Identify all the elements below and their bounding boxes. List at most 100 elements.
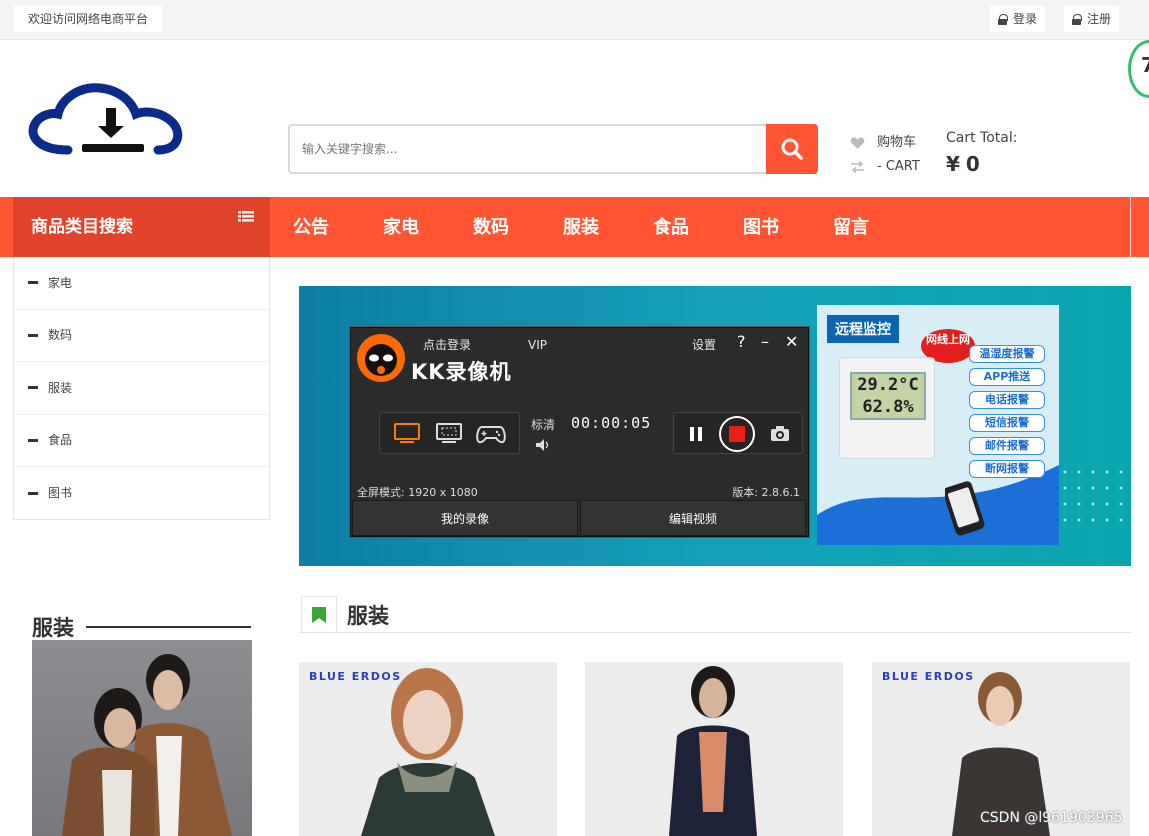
region-mode-icon[interactable] [436,423,462,445]
ad-title: 远程监控 [827,315,899,343]
nav-item-digital[interactable]: 数码 [458,197,524,257]
kk-logo-icon [357,334,405,382]
nav-item-clothing[interactable]: 服装 [548,197,614,257]
cart-en-label: - CART [877,159,920,174]
ad-tag: 电话报警 [969,391,1045,409]
side-badge-number: 7 [1141,53,1149,77]
device-humidity: 62.8% [862,397,914,417]
close-icon[interactable]: ✕ [785,332,798,351]
my-recordings-button[interactable]: 我的录像 [352,500,578,536]
cloud-download-icon [28,83,183,155]
dash-icon [28,438,38,442]
screen-mode-info: 全屏模式: 1920 x 1080 [357,486,478,499]
section-underline [86,626,251,628]
login-label: 登录 [1013,12,1038,26]
record-mode-group [379,412,520,454]
category-search-title: 商品类目搜索 [31,217,133,237]
nav-item-announcement[interactable]: 公告 [278,197,344,257]
nav-item-books[interactable]: 图书 [728,197,794,257]
category-item-label: 图书 [48,486,73,501]
welcome-text: 欢迎访问网络电商平台 [14,6,163,32]
csdn-watermark: CSDN @l961903965 [980,810,1123,826]
camera-icon[interactable] [770,425,790,443]
minimize-icon[interactable]: – [761,332,769,351]
device-temp: 29.2°C [857,375,919,395]
dash-icon [28,491,38,495]
category-item-label: 数码 [48,328,73,343]
category-item-clothing[interactable]: 服装 [14,362,269,415]
help-icon[interactable]: ? [737,332,746,351]
category-item-appliances[interactable]: 家电 [14,257,269,310]
product-image [361,668,495,836]
section-divider [299,632,1131,633]
cart-link[interactable]: 购物车 [850,132,920,154]
thermometer-device: 29.2°C 62.8% [839,357,935,459]
dash-icon [28,281,38,285]
recorder-settings[interactable]: 设置 [692,336,716,353]
volume-icon[interactable] [535,438,551,452]
left-section-title: 服装 [32,616,74,640]
search-icon [781,138,803,160]
game-mode-icon[interactable] [476,423,506,445]
cart-total-value: 0 [965,152,986,176]
bookmark-icon [312,606,326,623]
cart-en-link[interactable]: - CART [850,156,920,178]
product-card[interactable]: BLUE ERDOS [299,662,557,836]
recorder-title: KK录像机 [411,360,512,384]
heart-icon [850,136,865,149]
cart-links: 购物车 - CART [850,132,920,180]
dot-pattern [1063,470,1123,522]
dash-icon [28,333,38,337]
record-controls [673,412,803,454]
nav-items: 公告 家电 数码 服装 食品 图书 留言 [278,197,908,257]
cart-total-label: Cart Total: [946,130,1018,146]
site-logo[interactable] [28,80,188,158]
remote-monitor-ad: 远程监控 网线上网 29.2°C 62.8% 温湿度报警 APP推送 电话报警 … [817,305,1059,545]
category-item-food[interactable]: 食品 [14,415,269,467]
recorder-vip[interactable]: VIP [528,338,547,352]
register-label: 注册 [1087,12,1112,26]
category-search-header[interactable]: 商品类目搜索 [13,197,270,257]
edit-video-button[interactable]: 编辑视频 [580,500,806,536]
product-brand: BLUE ERDOS [882,670,975,683]
recorder-login-link[interactable]: 点击登录 [423,336,471,353]
cart-currency: ¥ [946,152,966,176]
ad-tag: 断网报警 [969,460,1045,478]
register-link[interactable]: 注册 [1064,6,1120,32]
kk-recorder-window: 点击登录 VIP 设置 ? – ✕ KK录像机 标清 00:00:05 全屏模式… [350,327,809,537]
ad-tags: 温湿度报警 APP推送 电话报警 短信报警 邮件报警 断网报警 [969,345,1045,483]
product-image [669,666,757,836]
quality-label[interactable]: 标清 [531,416,555,433]
search-input[interactable] [290,126,768,172]
nav-item-food[interactable]: 食品 [638,197,704,257]
pause-icon[interactable] [688,425,704,443]
top-bar: 欢迎访问网络电商平台 登录 注册 [0,0,1149,40]
nav-item-messages[interactable]: 留言 [818,197,884,257]
nav-item-appliances[interactable]: 家电 [368,197,434,257]
login-link[interactable]: 登录 [990,6,1046,32]
product-card[interactable] [585,662,843,836]
nav-divider [1130,197,1131,257]
ad-tag: 短信报警 [969,414,1045,432]
cart-total: Cart Total: ¥0 [946,130,1017,176]
stop-record-icon[interactable] [718,415,756,453]
version-info: 版本: 2.8.6.1 [732,486,800,499]
section-icon-box [301,596,337,632]
category-item-label: 家电 [48,275,73,290]
dash-icon [28,386,38,390]
category-item-digital[interactable]: 数码 [14,310,269,362]
couple-fashion-photo[interactable] [32,640,252,836]
side-float-badge[interactable]: 7 [1128,40,1149,98]
ad-tag: 邮件报警 [969,437,1045,455]
swap-arrows-icon [851,161,864,173]
section-title: 服装 [347,604,389,628]
category-item-label: 食品 [48,433,73,448]
list-menu-icon [238,211,254,222]
ad-tag: APP推送 [969,368,1045,386]
category-item-books[interactable]: 图书 [14,467,269,520]
monitor-mode-icon[interactable] [394,423,420,445]
search-button[interactable] [766,124,818,174]
phone-icon [945,481,985,536]
product-brand: BLUE ERDOS [309,670,402,683]
cart-label: 购物车 [877,135,917,150]
